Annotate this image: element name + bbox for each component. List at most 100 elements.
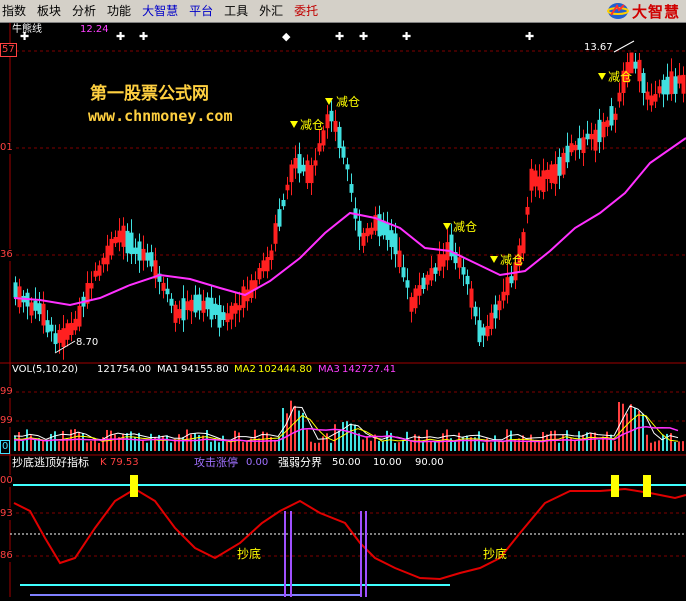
- volume-bar: [394, 442, 396, 451]
- ma3-label: MA3: [318, 364, 340, 375]
- candle-body: [521, 232, 526, 254]
- candle-body: [41, 303, 46, 326]
- candle-body: [429, 268, 434, 281]
- candle-body: [577, 138, 582, 150]
- menu-item-forex[interactable]: 外汇: [257, 0, 292, 22]
- volume-bar: [606, 431, 608, 451]
- menu-item-index[interactable]: 指数: [0, 0, 35, 22]
- volume-bars: [14, 400, 684, 451]
- candle-body: [573, 144, 578, 151]
- candle-body: [597, 119, 602, 143]
- volume-bar: [642, 413, 644, 451]
- candle-body: [469, 288, 474, 308]
- down-triangle-icon: [490, 256, 498, 263]
- candle-body: [557, 156, 562, 176]
- volume-bar: [238, 432, 240, 451]
- candle-body: [193, 294, 198, 313]
- indicator-name: 牛熊线: [12, 24, 42, 35]
- volume-bar: [406, 431, 408, 451]
- candle-body: [633, 61, 638, 69]
- candle-body: [357, 220, 362, 237]
- main-axis-label-top: 57: [0, 43, 17, 57]
- volume-bar: [114, 434, 116, 451]
- volume-bar: [274, 439, 276, 451]
- candle-body: [505, 277, 510, 296]
- menu-item-dazhihui[interactable]: 大智慧: [140, 0, 187, 22]
- menu-item-sector[interactable]: 板块: [35, 0, 70, 22]
- candle-body: [141, 248, 146, 261]
- candle-body: [485, 325, 490, 337]
- volume-bar: [402, 440, 404, 451]
- candle-body: [389, 230, 394, 248]
- candle-body: [165, 288, 170, 295]
- volume-bar: [22, 440, 24, 451]
- ma1-value: 94155.80: [181, 364, 229, 375]
- candle-body: [277, 209, 282, 227]
- volume-bar: [278, 436, 280, 451]
- vol-axis-label-top: 99: [0, 386, 13, 398]
- candle-body: [545, 169, 550, 179]
- volume-bar: [314, 442, 316, 451]
- candle-body: [501, 291, 506, 301]
- candle-body: [321, 130, 326, 146]
- ma2-label: MA2: [234, 364, 256, 375]
- candle-body: [197, 294, 202, 311]
- volume-bar: [654, 441, 656, 451]
- strength-label: 强弱分界: [278, 456, 322, 469]
- candle-body: [69, 322, 74, 336]
- vol-value: 121754.00: [97, 364, 152, 375]
- volume-bar: [458, 432, 460, 451]
- star-marker: ✚: [139, 30, 148, 43]
- candle-body: [653, 94, 658, 102]
- volume-bar: [18, 432, 20, 451]
- volume-bar: [574, 440, 576, 451]
- candle-body: [225, 313, 230, 323]
- menu-item-trade[interactable]: 委托: [292, 0, 327, 22]
- menu-item-analysis[interactable]: 分析: [70, 0, 105, 22]
- main-axis-label-mid: 01: [0, 142, 13, 154]
- sell-signal-label-3: 减仓: [453, 220, 478, 234]
- volume-bar: [454, 440, 456, 451]
- menu-item-tools[interactable]: 工具: [222, 0, 257, 22]
- candle-body: [561, 152, 566, 175]
- candle-body: [49, 324, 54, 332]
- volume-bar: [246, 440, 248, 451]
- candle-body: [45, 320, 50, 333]
- candle-body: [109, 238, 114, 256]
- chart-area: ✚ ✚ ✚ ◆ ✚ ✚ ✚ ✚ 牛熊线 12.24 57 01 36 13.67…: [0, 23, 686, 597]
- menu-item-platform[interactable]: 平台: [187, 0, 222, 22]
- volume-bar: [162, 435, 164, 451]
- brand-logo: 大智慧: [606, 1, 680, 21]
- candle-body: [241, 286, 246, 308]
- sell-signal-label-1: 减仓: [300, 118, 325, 132]
- candle-body: [289, 164, 294, 183]
- candle-body: [37, 303, 42, 315]
- volume-bar: [338, 430, 340, 451]
- candle-body: [537, 176, 542, 191]
- candle-body: [177, 309, 182, 319]
- candle-body: [405, 280, 410, 288]
- vol-axis-label-mid: 99: [0, 415, 13, 427]
- attack-value: 0.00: [246, 457, 269, 468]
- ind-k-label: K: [100, 457, 107, 468]
- volume-bar: [382, 441, 384, 451]
- volume-bar: [466, 435, 468, 451]
- volume-bar: [302, 412, 304, 451]
- ind-k-value: 79.53: [110, 457, 139, 468]
- volume-bar: [362, 439, 364, 451]
- ind-title: 抄底逃顶好指标: [12, 456, 89, 469]
- candle-body: [125, 230, 130, 254]
- candle-body: [313, 160, 318, 166]
- volume-bar: [658, 440, 660, 451]
- candle-body: [29, 302, 34, 316]
- low-price-label: 8.70: [76, 337, 99, 348]
- candle-body: [17, 286, 22, 308]
- candle-body: [481, 327, 486, 336]
- volume-bar: [622, 403, 624, 451]
- volume-bar: [538, 442, 540, 451]
- menu-item-function[interactable]: 功能: [105, 0, 140, 22]
- top-marker-3: [643, 475, 651, 497]
- top-marker-2: [611, 475, 619, 497]
- volume-bar: [418, 435, 420, 451]
- candle-body: [201, 300, 206, 313]
